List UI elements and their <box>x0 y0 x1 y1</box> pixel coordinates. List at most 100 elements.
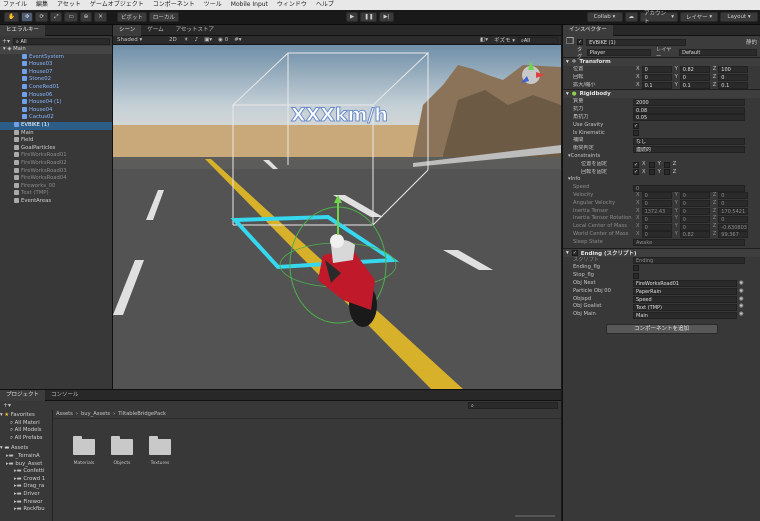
breadcrumb-item[interactable]: Assets <box>56 411 73 417</box>
move-tool-button[interactable]: ✥ <box>20 12 34 22</box>
hierarchy-item[interactable]: FireWorksRoad04 <box>0 175 112 183</box>
freeze-rot-y-checkbox[interactable] <box>648 169 655 176</box>
object-ref-field[interactable]: Speed <box>633 295 737 303</box>
tab-inspector[interactable]: インスペクター <box>563 24 613 36</box>
tab-console[interactable]: コンソール <box>45 390 85 401</box>
effects-icon[interactable]: ▣▾ <box>201 37 215 43</box>
add-component-button[interactable]: コンポーネントを追加 <box>605 323 718 334</box>
custom-tool-button[interactable]: ✕ <box>94 12 107 22</box>
asset-folder-item[interactable]: ▸▬ _TerrainA <box>0 453 52 461</box>
project-search-input[interactable]: ⌕ <box>468 402 558 409</box>
local-toggle[interactable]: ローカル <box>148 12 179 22</box>
audio-icon[interactable]: ♪ <box>192 37 202 43</box>
2d-toggle[interactable]: 2D <box>165 37 181 43</box>
tab-game[interactable]: ゲーム <box>141 25 169 36</box>
hierarchy-item[interactable]: EventSystem <box>0 53 112 62</box>
ending-flag-checkbox[interactable] <box>633 265 639 272</box>
hierarchy-item[interactable]: FireWorksRoad03 <box>0 167 112 176</box>
layers-dropdown[interactable]: レイヤー ▾ <box>680 12 718 22</box>
transform-z-field[interactable]: 0.1 <box>718 81 749 89</box>
hierarchy-item[interactable]: Field <box>0 137 112 145</box>
freeze-rot-x-checkbox[interactable]: ✓ <box>633 169 639 176</box>
freeze-pos-z-checkbox[interactable] <box>663 161 670 168</box>
hand-tool-button[interactable]: ✋ <box>4 12 19 22</box>
use-gravity-checkbox[interactable]: ✓ <box>633 122 639 129</box>
account-dropdown[interactable]: アカウント ▾ <box>640 11 678 25</box>
hierarchy-item[interactable]: House04 (1) <box>0 99 112 107</box>
hierarchy-item[interactable]: FireWorksRoad01 <box>0 152 112 160</box>
shading-mode-dropdown[interactable]: Shaded ▾ <box>113 37 165 43</box>
asset-folder-item[interactable]: ▸▬ Confetti <box>0 468 52 476</box>
tab-scene[interactable]: シーン <box>113 24 142 36</box>
asset-folder-item[interactable]: ▸▬ Firewor <box>0 499 52 507</box>
object-ref-field[interactable]: PaperRain <box>633 288 737 296</box>
collision-dropdown[interactable]: 連続的 <box>633 145 745 153</box>
scene-root[interactable]: ▾ ◈ Main <box>0 46 112 54</box>
object-picker-icon[interactable]: ◉ <box>739 296 744 304</box>
hierarchy-item[interactable]: ConeRed01 <box>0 83 112 92</box>
play-button[interactable]: ▶ <box>346 12 359 22</box>
asset-folder-item[interactable]: ▸▬ buy_Asset <box>0 461 52 469</box>
ending-script-header[interactable]: ▾ ✓ Ending (スクリプト) <box>563 247 760 257</box>
hierarchy-item[interactable]: GoalParticles <box>0 144 112 153</box>
layer-dropdown[interactable]: Default <box>679 49 758 56</box>
tab-project[interactable]: プロジェクト <box>0 389 46 401</box>
collab-dropdown[interactable]: Collab ▾ <box>586 12 623 22</box>
info-foldout[interactable]: ▾ Info <box>563 176 760 184</box>
object-picker-icon[interactable]: ◉ <box>739 311 744 319</box>
object-picker-icon[interactable]: ◉ <box>739 303 744 311</box>
rigidbody-value-field[interactable]: 0.05 <box>633 114 745 122</box>
menu-item[interactable]: コンポーネント <box>150 0 201 10</box>
rigidbody-value-field[interactable]: 2000 <box>633 98 745 106</box>
scale-tool-button[interactable]: ⤢ <box>50 12 63 22</box>
object-name-field[interactable]: EVBIKE (1) <box>586 38 687 46</box>
transform-z-field[interactable]: 0 <box>718 74 749 82</box>
hierarchy-item[interactable]: FireWorksRoad02 <box>0 159 112 168</box>
rotate-tool-button[interactable]: ⟳ <box>35 12 49 22</box>
object-ref-field[interactable]: FireWorksRoad01 <box>633 280 737 288</box>
pivot-toggle[interactable]: ピボット <box>116 12 147 22</box>
script-field[interactable]: Ending <box>633 256 745 264</box>
freeze-rot-z-checkbox[interactable] <box>663 169 670 176</box>
menu-item[interactable]: Mobile Input <box>228 0 274 10</box>
ending-enabled-checkbox[interactable]: ✓ <box>571 249 578 256</box>
favorites-item[interactable]: ⌕ All Prefabs <box>0 435 52 443</box>
menu-item[interactable]: ヘルプ <box>313 0 340 10</box>
favorites-item[interactable]: ⌕ All Models <box>0 427 52 435</box>
hierarchy-item[interactable]: Fireworks_00 <box>0 182 112 191</box>
tab-hierarchy[interactable]: ヒエラルキー <box>0 24 46 36</box>
menu-item[interactable]: ファイル <box>0 0 33 10</box>
pause-button[interactable]: ❚❚ <box>360 12 378 22</box>
tab-asset-store[interactable]: アセットストア <box>170 25 220 36</box>
interpolate-dropdown[interactable]: なし <box>633 137 745 145</box>
asset-folder-item[interactable]: ▸▬ Crowd 1 <box>0 476 52 484</box>
zoom-slider[interactable] <box>515 515 555 517</box>
transform-y-field[interactable]: 0 <box>679 74 710 82</box>
project-folder[interactable]: Materials <box>65 436 103 466</box>
menu-item[interactable]: 編集 <box>33 0 54 10</box>
scene-search-input[interactable]: ⌕All <box>518 36 558 44</box>
tag-dropdown[interactable]: Player <box>586 49 652 56</box>
hierarchy-item[interactable]: Cactus02 <box>0 114 112 122</box>
object-picker-icon[interactable]: ◉ <box>739 288 744 296</box>
create-dropdown[interactable]: +▾ <box>3 402 11 409</box>
hidden-objects-icon[interactable]: ◉ 0 <box>215 37 231 43</box>
hierarchy-item[interactable]: House07 <box>0 68 112 77</box>
grid-icon[interactable]: #▾ <box>231 37 244 43</box>
hierarchy-item[interactable]: EVBIKE (1) <box>0 121 112 130</box>
hierarchy-item[interactable]: Stone02 <box>0 76 112 84</box>
transform-x-field[interactable]: 0 <box>641 74 672 82</box>
hierarchy-item[interactable]: House06 <box>0 91 112 100</box>
rigidbody-value-field[interactable]: 0.08 <box>633 106 745 114</box>
asset-folder-item[interactable]: ▸▬ Driver <box>0 491 52 499</box>
hierarchy-item[interactable]: House04 <box>0 106 112 115</box>
hierarchy-item[interactable]: House03 <box>0 61 112 69</box>
asset-folder-item[interactable]: ▸▬ Drag_ra <box>0 483 52 491</box>
freeze-pos-x-checkbox[interactable]: ✓ <box>633 161 639 168</box>
create-dropdown[interactable]: +▾ <box>2 38 10 45</box>
layout-dropdown[interactable]: Layout ▾ <box>720 12 758 22</box>
transform-z-field[interactable]: 100 <box>718 66 749 74</box>
transform-tool-button[interactable]: ⊕ <box>79 12 93 22</box>
favorites-item[interactable]: ⌕ All Materi <box>0 420 52 428</box>
menu-item[interactable]: ゲームオブジェクト <box>87 0 150 10</box>
